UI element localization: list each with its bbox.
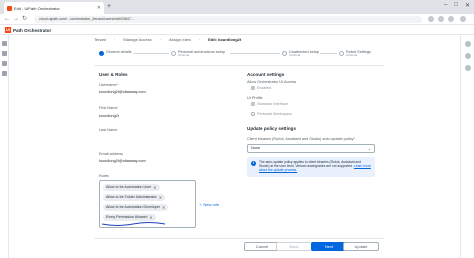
step-indicator-icon (171, 51, 176, 56)
url-field[interactable]: cloud.uipath.com/.../orchestrator_/tenan… (34, 16, 422, 23)
step-general-details[interactable]: General details (99, 50, 132, 56)
left-nav-rail (0, 35, 9, 258)
info-text: The auto-update policy applies to client… (259, 160, 371, 172)
radio-icon (251, 102, 255, 106)
update-policy-title: Update policy settings (247, 126, 297, 131)
app-header: Ui Path Orchestrator (0, 25, 474, 35)
cancel-button[interactable]: Cancel (244, 242, 280, 251)
enabled-toggle[interactable]: Enabled (251, 86, 271, 90)
breadcrumb-manage-access[interactable]: Manage Access (123, 37, 151, 42)
ui-profile-personal-radio[interactable]: Personal Workspace (251, 112, 292, 116)
step-sublabel: Optional (346, 53, 358, 57)
tab-close-icon[interactable]: ✕ (97, 5, 101, 11)
step-label: General details (106, 50, 132, 54)
role-chip-label: Allow to be Automation User (106, 185, 152, 189)
favicon-icon (7, 5, 12, 11)
username-field[interactable]: kourdlong2t@ultawaay.com (99, 90, 146, 94)
radio-icon (251, 112, 255, 116)
settings-icon[interactable] (2, 71, 7, 76)
tenant-icon[interactable] (2, 61, 7, 66)
bookmark-icon[interactable] (428, 16, 434, 22)
breadcrumb-current: Edit: kourdlong2t (208, 37, 242, 42)
enabled-toggle-label: Enabled (257, 86, 271, 90)
update-policy-value: None (251, 146, 261, 150)
role-chip[interactable]: Allow to be Automation User ✕ (103, 184, 160, 191)
browser-tab-bar: Edit - UiPath Orchestrator ✕ + – □ ✕ (0, 0, 474, 14)
breadcrumb-tenant[interactable]: Tenant (94, 37, 106, 42)
folders-icon[interactable] (2, 51, 7, 56)
right-rail (460, 35, 474, 258)
email-field[interactable]: kourdlong2t@ultawaay.com (99, 159, 146, 163)
update-button[interactable]: Update (343, 242, 379, 251)
maximize-button[interactable]: □ (454, 2, 458, 9)
logo-text: Path Orchestrator (13, 27, 52, 33)
step-unattended-setup[interactable]: Unattended setup Optional (282, 50, 319, 58)
radio-label: Standard Interface (257, 102, 289, 106)
update-policy-select[interactable]: None ⌄ (247, 144, 375, 153)
annotation-scribble (101, 222, 166, 226)
step-sublabel: Optional (178, 53, 190, 57)
back-button[interactable]: Back (276, 242, 312, 251)
first-name-label: First Name (99, 106, 118, 110)
role-chip[interactable]: Allow to be Folder Administrator ✕ (103, 194, 166, 201)
step-sublabel: Optional (289, 53, 301, 57)
browser-tab[interactable]: Edit - UiPath Orchestrator ✕ (4, 2, 104, 14)
help-icon[interactable] (465, 41, 471, 47)
uipath-logo[interactable]: Ui Path Orchestrator (5, 27, 51, 33)
update-policy-label: Client binaries (Robot, Assistant and St… (247, 137, 355, 141)
window-controls: – □ ✕ (444, 2, 470, 9)
extensions-icon[interactable] (438, 16, 444, 22)
first-name-field[interactable]: kourdlong2t (99, 114, 119, 118)
user-roles-title: User & Roles (99, 72, 128, 77)
step-indicator-icon (99, 51, 104, 56)
last-name-label: Last Name (99, 128, 118, 132)
remove-chip-icon[interactable]: ✕ (159, 194, 162, 201)
roles-label: Roles (99, 174, 109, 178)
wizard-stepper: General details Personal automations set… (94, 48, 384, 66)
email-label: Email address (99, 152, 124, 156)
step-robot-settings[interactable]: Robot Settings Optional (339, 50, 371, 58)
new-role-button[interactable]: + New role (199, 201, 219, 208)
plus-icon: + (199, 202, 202, 207)
back-arrow-icon[interactable]: ← (4, 15, 10, 23)
notifications-icon[interactable] (465, 53, 471, 59)
breadcrumb: Tenant › Manage Access › Assign roles › … (94, 37, 242, 42)
toggle-icon (251, 86, 255, 90)
forward-arrow-icon[interactable]: → (13, 15, 19, 23)
allow-orchestrator-label: Allow Orchestrator UI Access (247, 80, 297, 84)
ui-profile-label: UI Profile (247, 96, 263, 100)
remove-chip-icon[interactable]: ✕ (153, 184, 156, 191)
radio-label: Personal Workspace (257, 112, 292, 116)
info-icon: i (251, 161, 256, 166)
ui-profile-standard-radio[interactable]: Standard Interface (251, 102, 288, 106)
role-chip-label: Allow to be Folder Administrator (106, 195, 157, 199)
last-name-field[interactable] (99, 136, 189, 142)
new-role-label: New role (203, 202, 220, 207)
info-banner: i The auto-update policy applies to clie… (247, 157, 375, 177)
step-personal-automations[interactable]: Personal automations setup Optional (171, 50, 225, 58)
profile-icon[interactable] (448, 16, 454, 22)
role-chip[interactable]: Allow to be Automation Developer ✕ (103, 204, 169, 211)
minimize-button[interactable]: – (444, 2, 447, 9)
role-chip-label: Allow to be Automation Developer (106, 205, 160, 209)
chevron-down-icon: ⌄ (367, 146, 371, 151)
user-avatar-icon[interactable] (465, 65, 471, 71)
new-tab-button[interactable]: + (107, 3, 111, 11)
account-settings-title: Account settings (247, 72, 285, 77)
step-indicator-icon (339, 51, 344, 56)
username-label: Username* (99, 83, 118, 87)
remove-chip-icon[interactable]: ✕ (162, 204, 165, 211)
browser-tab-title: Edit - UiPath Orchestrator (14, 5, 60, 11)
address-bar-row: ← → ↻ cloud.uipath.com/.../orchestrator_… (0, 14, 474, 25)
next-button[interactable]: Next (311, 242, 347, 251)
close-window-button[interactable]: ✕ (465, 2, 470, 9)
step-indicator-icon (282, 51, 287, 56)
browser-menu-icon[interactable] (460, 16, 466, 22)
reload-icon[interactable]: ↻ (22, 15, 27, 23)
breadcrumb-assign-roles[interactable]: Assign roles (169, 37, 191, 42)
logo-mark: Ui (5, 27, 11, 33)
home-icon[interactable] (2, 41, 7, 46)
